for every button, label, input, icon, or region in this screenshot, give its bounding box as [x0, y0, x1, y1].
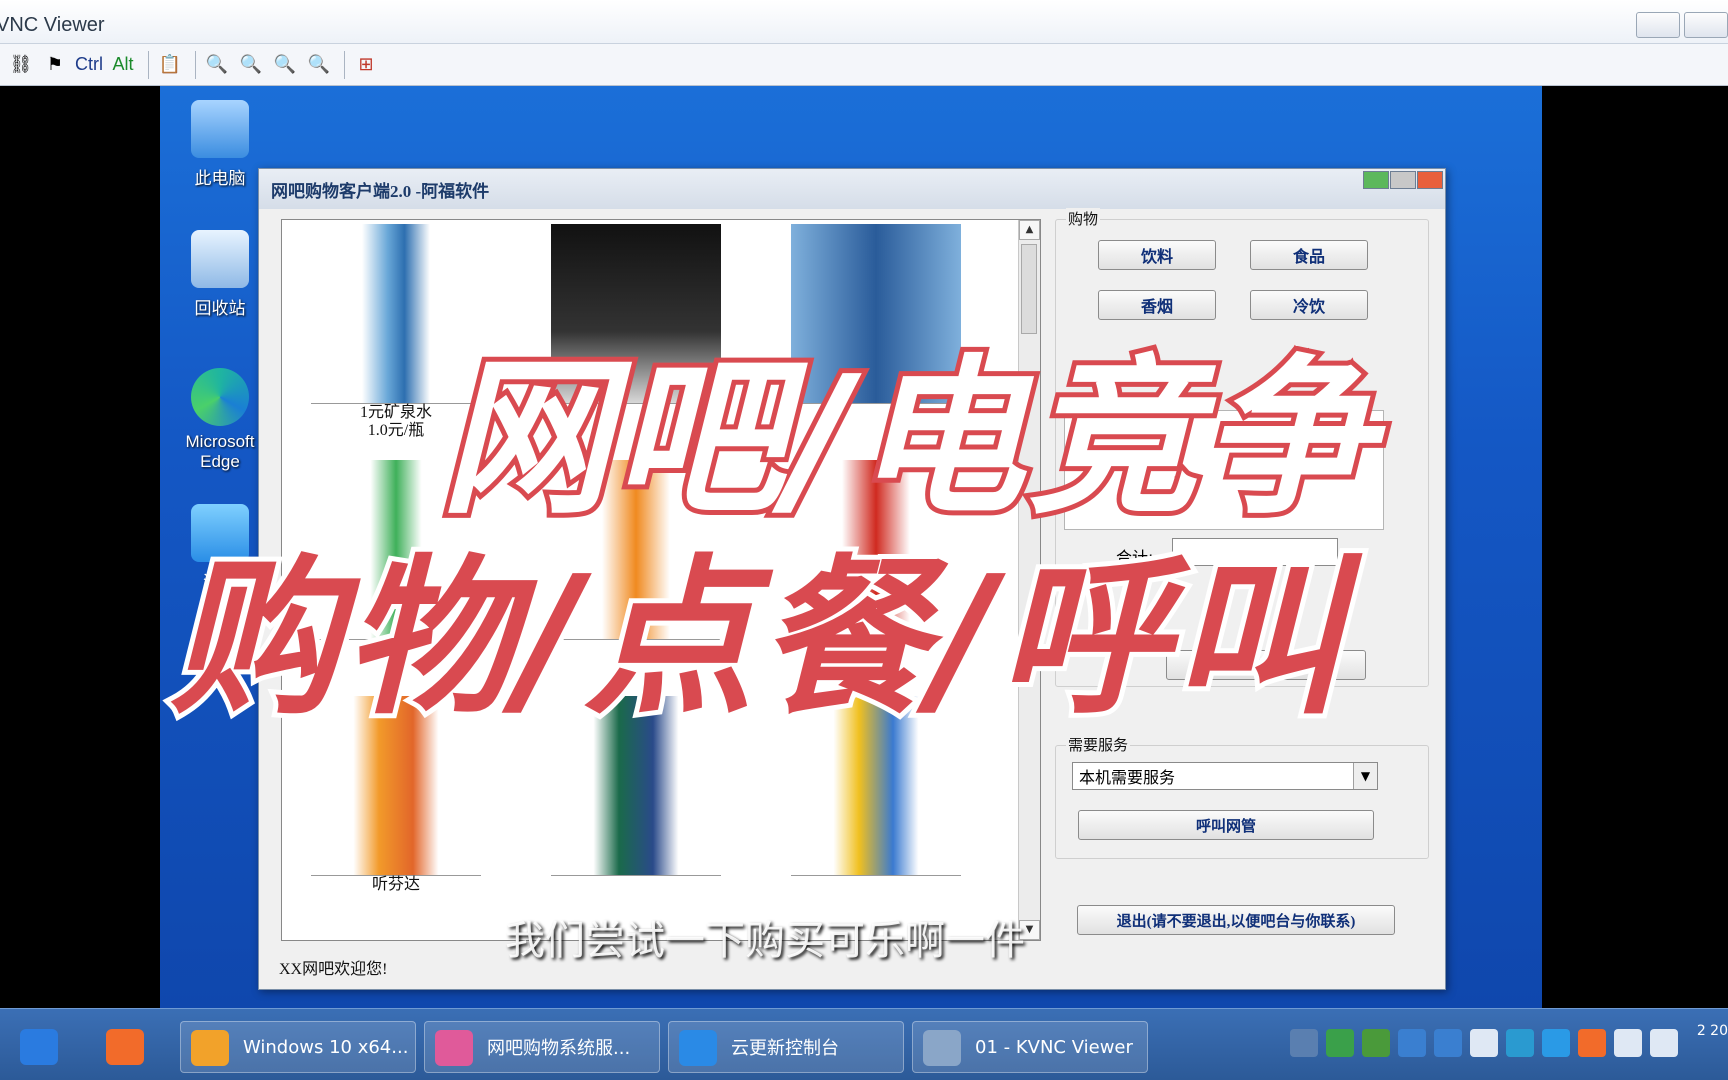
exit-button[interactable]: 退出(请不要退出,以便吧台与你联系) [1077, 905, 1395, 935]
shopping-group-label: 购物 [1066, 208, 1101, 229]
desktop-icon-label: 回收站 [194, 299, 246, 318]
vnc-toolbar: ⛓ ⚑ Ctrl Alt 📋 🔍 🔍 🔍 🔍 ⊞ [0, 44, 1728, 86]
sync-icon[interactable] [1506, 1029, 1534, 1057]
app-maximize-button[interactable] [1390, 171, 1416, 189]
app-close-button[interactable] [1417, 171, 1443, 189]
window-controls [1632, 12, 1728, 38]
clipboard-icon[interactable]: 📋 [155, 50, 185, 80]
doc-tray-icon[interactable] [1398, 1029, 1426, 1057]
plane-icon[interactable] [1542, 1029, 1570, 1057]
globe-icon[interactable] [1470, 1029, 1498, 1057]
service-group: 需要服务 本机需要服务 ▼ 呼叫网管 [1055, 734, 1429, 859]
taskbar-pinned-player[interactable] [96, 1021, 152, 1073]
volume-icon[interactable] [1614, 1029, 1642, 1057]
computer-icon [191, 100, 249, 158]
zoom-in-icon[interactable]: 🔍 [202, 50, 232, 80]
chevron-down-icon[interactable]: ▼ [1353, 763, 1377, 789]
cloud-update-icon [679, 1030, 717, 1066]
desktop-icon-recycle-bin[interactable]: 回收站 [170, 230, 270, 319]
service-select[interactable]: 本机需要服务 ▼ [1072, 762, 1378, 790]
flag-icon[interactable] [1578, 1029, 1606, 1057]
status-message: XX网吧欢迎您! [279, 961, 388, 978]
clock[interactable]: 2 20 [1688, 1023, 1728, 1039]
zoom-out-icon[interactable]: 🔍 [236, 50, 266, 80]
window-title: VNC Viewer [0, 14, 105, 36]
toolbar-divider [344, 50, 345, 79]
zoom-fit-icon[interactable]: 🔍 [304, 50, 334, 80]
call-admin-button[interactable]: 呼叫网管 [1078, 810, 1374, 840]
taskbar-app-label: 云更新控制台 [731, 1038, 839, 1059]
taskbar-app-windows10[interactable]: Windows 10 x64... [180, 1021, 416, 1073]
ctrl-alt-del-icon[interactable]: ⚑ [40, 50, 70, 80]
recycle-bin-icon [191, 230, 249, 288]
scroll-up-icon[interactable]: ▲ [1019, 220, 1040, 240]
taskbar-app-label: 网吧购物系统服... [487, 1038, 631, 1059]
alt-key-button[interactable]: Alt [108, 50, 138, 80]
service-select-value: 本机需要服务 [1079, 768, 1176, 787]
shopping-cart-icon [435, 1030, 473, 1066]
keyboard-icon[interactable] [1290, 1029, 1318, 1057]
maximize-button[interactable] [1684, 12, 1728, 38]
desktop-icon-label: Microsoft Edge [185, 432, 255, 471]
taskbar-app-cloud-console[interactable]: 云更新控制台 [668, 1021, 904, 1073]
zoom-100-icon[interactable]: 🔍 [270, 50, 300, 80]
app-window-controls [1362, 171, 1443, 189]
desktop-icon-this-pc[interactable]: 此电脑 [170, 100, 270, 189]
minimize-button[interactable] [1636, 12, 1680, 38]
overlay-headline-2: 购物/点餐/呼叫 [165, 535, 1347, 743]
video-subtitle: 我们尝试一下购买可乐啊一件 [505, 918, 1025, 964]
mail-icon [20, 1029, 58, 1065]
letterbox-left [0, 86, 160, 1008]
desktop-icon-label: 此电脑 [194, 169, 246, 188]
edge-icon [191, 368, 249, 426]
connection-icon[interactable]: ⛓ [6, 50, 36, 80]
ctrl-key-button[interactable]: Ctrl [74, 50, 104, 80]
drinks-button[interactable]: 饮料 [1098, 240, 1216, 270]
taskbar: Windows 10 x64... 网吧购物系统服... 云更新控制台 01 -… [0, 1008, 1728, 1080]
taskbar-app-label: 01 - KVNC Viewer [975, 1036, 1133, 1058]
taskbar-app-label: Windows 10 x64... [243, 1036, 409, 1058]
app-titlebar: 网吧购物客户端2.0 -阿福软件 [259, 169, 1445, 209]
app-tray-icon[interactable] [1326, 1029, 1354, 1057]
doc-tray-icon[interactable] [1434, 1029, 1462, 1057]
toolbar-divider [148, 50, 149, 79]
network-tray-icon[interactable] [1362, 1029, 1390, 1057]
food-button[interactable]: 食品 [1250, 240, 1368, 270]
taskbar-app-kvnc[interactable]: 01 - KVNC Viewer [912, 1021, 1148, 1073]
taskbar-app-shop-server[interactable]: 网吧购物系统服... [424, 1021, 660, 1073]
monitor-icon [923, 1030, 961, 1066]
vm-icon [191, 1030, 229, 1066]
taskbar-pinned-mail[interactable] [10, 1021, 66, 1073]
desktop-icon-edge[interactable]: Microsoft Edge [170, 368, 270, 472]
app-title: 网吧购物客户端2.0 -阿福软件 [271, 181, 490, 201]
app-minimize-button[interactable] [1363, 171, 1389, 189]
product-name: 听芬达 [371, 876, 420, 893]
network-icon[interactable] [1650, 1029, 1678, 1057]
toolbar-divider [195, 50, 196, 79]
vnc-titlebar: VNC Viewer [0, 0, 1728, 44]
system-tray [1282, 1029, 1678, 1057]
fullscreen-icon[interactable]: ⊞ [351, 50, 381, 80]
letterbox-right [1542, 86, 1728, 1008]
player-icon [106, 1029, 144, 1065]
